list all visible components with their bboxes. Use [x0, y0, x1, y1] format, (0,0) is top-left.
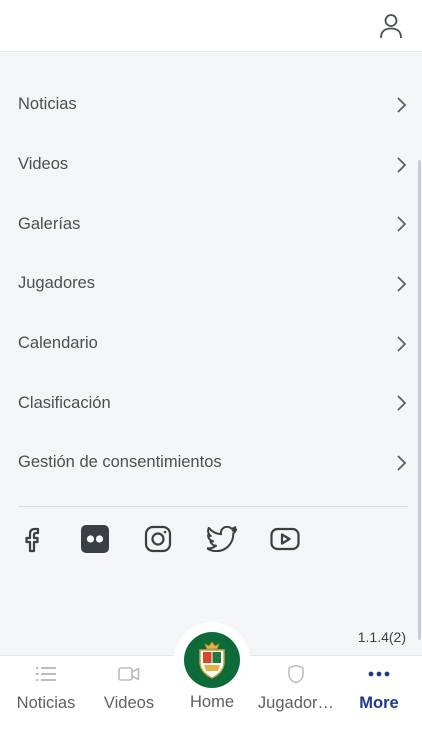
- instagram-link[interactable]: [141, 522, 175, 556]
- tab-label: Jugador…: [257, 694, 335, 712]
- menu-item-calendario[interactable]: Calendario: [0, 314, 422, 374]
- divider: [18, 506, 408, 507]
- top-bar: [0, 0, 422, 52]
- chevron-right-icon: [397, 455, 407, 471]
- chevron-right-icon: [397, 335, 407, 352]
- youtube-link[interactable]: [268, 522, 302, 556]
- flickr-link[interactable]: [78, 522, 112, 556]
- menu-item-label: Clasificación: [18, 393, 111, 412]
- scrollbar[interactable]: [418, 160, 421, 640]
- tab-home[interactable]: [174, 622, 250, 698]
- tab-videos[interactable]: Videos: [88, 656, 170, 726]
- tab-label: More: [359, 694, 399, 712]
- menu-item-label: Calendario: [18, 334, 98, 353]
- menu-item-clasificacion[interactable]: Clasificación: [0, 373, 422, 433]
- club-crest-icon: [184, 632, 240, 688]
- more-dots-icon: [368, 664, 390, 684]
- facebook-icon: [25, 527, 40, 553]
- app-version: 1.1.4(2): [357, 629, 406, 645]
- flickr-icon: [81, 525, 109, 553]
- shield-icon: [285, 664, 307, 684]
- instagram-icon: [144, 525, 172, 553]
- chevron-right-icon: [397, 97, 407, 113]
- tab-label: Videos: [103, 694, 155, 712]
- chevron-right-icon: [397, 156, 407, 173]
- menu-item-label: Videos: [18, 155, 69, 174]
- chevron-right-icon: [397, 276, 407, 292]
- menu-item-gestion-consentimientos[interactable]: Gestión de consentimientos: [0, 433, 422, 493]
- chevron-right-icon: [397, 216, 407, 232]
- list-icon: [35, 664, 57, 684]
- menu-item-videos[interactable]: Videos: [0, 135, 422, 195]
- chevron-right-icon: [397, 395, 407, 411]
- youtube-icon: [270, 527, 300, 551]
- video-icon: [118, 664, 140, 684]
- menu-item-label: Noticias: [18, 95, 77, 114]
- menu-item-galerias[interactable]: Galerías: [0, 194, 422, 254]
- tab-noticias[interactable]: Noticias: [5, 656, 87, 726]
- tab-home-label: Home: [189, 693, 234, 711]
- menu-item-label: Galerías: [18, 214, 81, 233]
- menu-item-noticias[interactable]: Noticias: [0, 75, 422, 135]
- tab-jugadores[interactable]: Jugador…: [255, 656, 337, 726]
- menu-item-label: Jugadores: [18, 274, 96, 293]
- user-icon: [380, 14, 402, 39]
- tab-label: Noticias: [16, 694, 76, 712]
- tab-more[interactable]: More: [338, 656, 420, 726]
- menu-item-label: Gestión de consentimientos: [18, 453, 222, 472]
- twitter-link[interactable]: [205, 522, 239, 556]
- facebook-link[interactable]: [15, 522, 49, 556]
- profile-button[interactable]: [376, 10, 406, 42]
- social-links: [0, 522, 422, 558]
- twitter-icon: [207, 526, 237, 552]
- more-menu: Noticias Videos Galerías Jugadores Calen…: [0, 75, 422, 493]
- menu-item-jugadores[interactable]: Jugadores: [0, 254, 422, 314]
